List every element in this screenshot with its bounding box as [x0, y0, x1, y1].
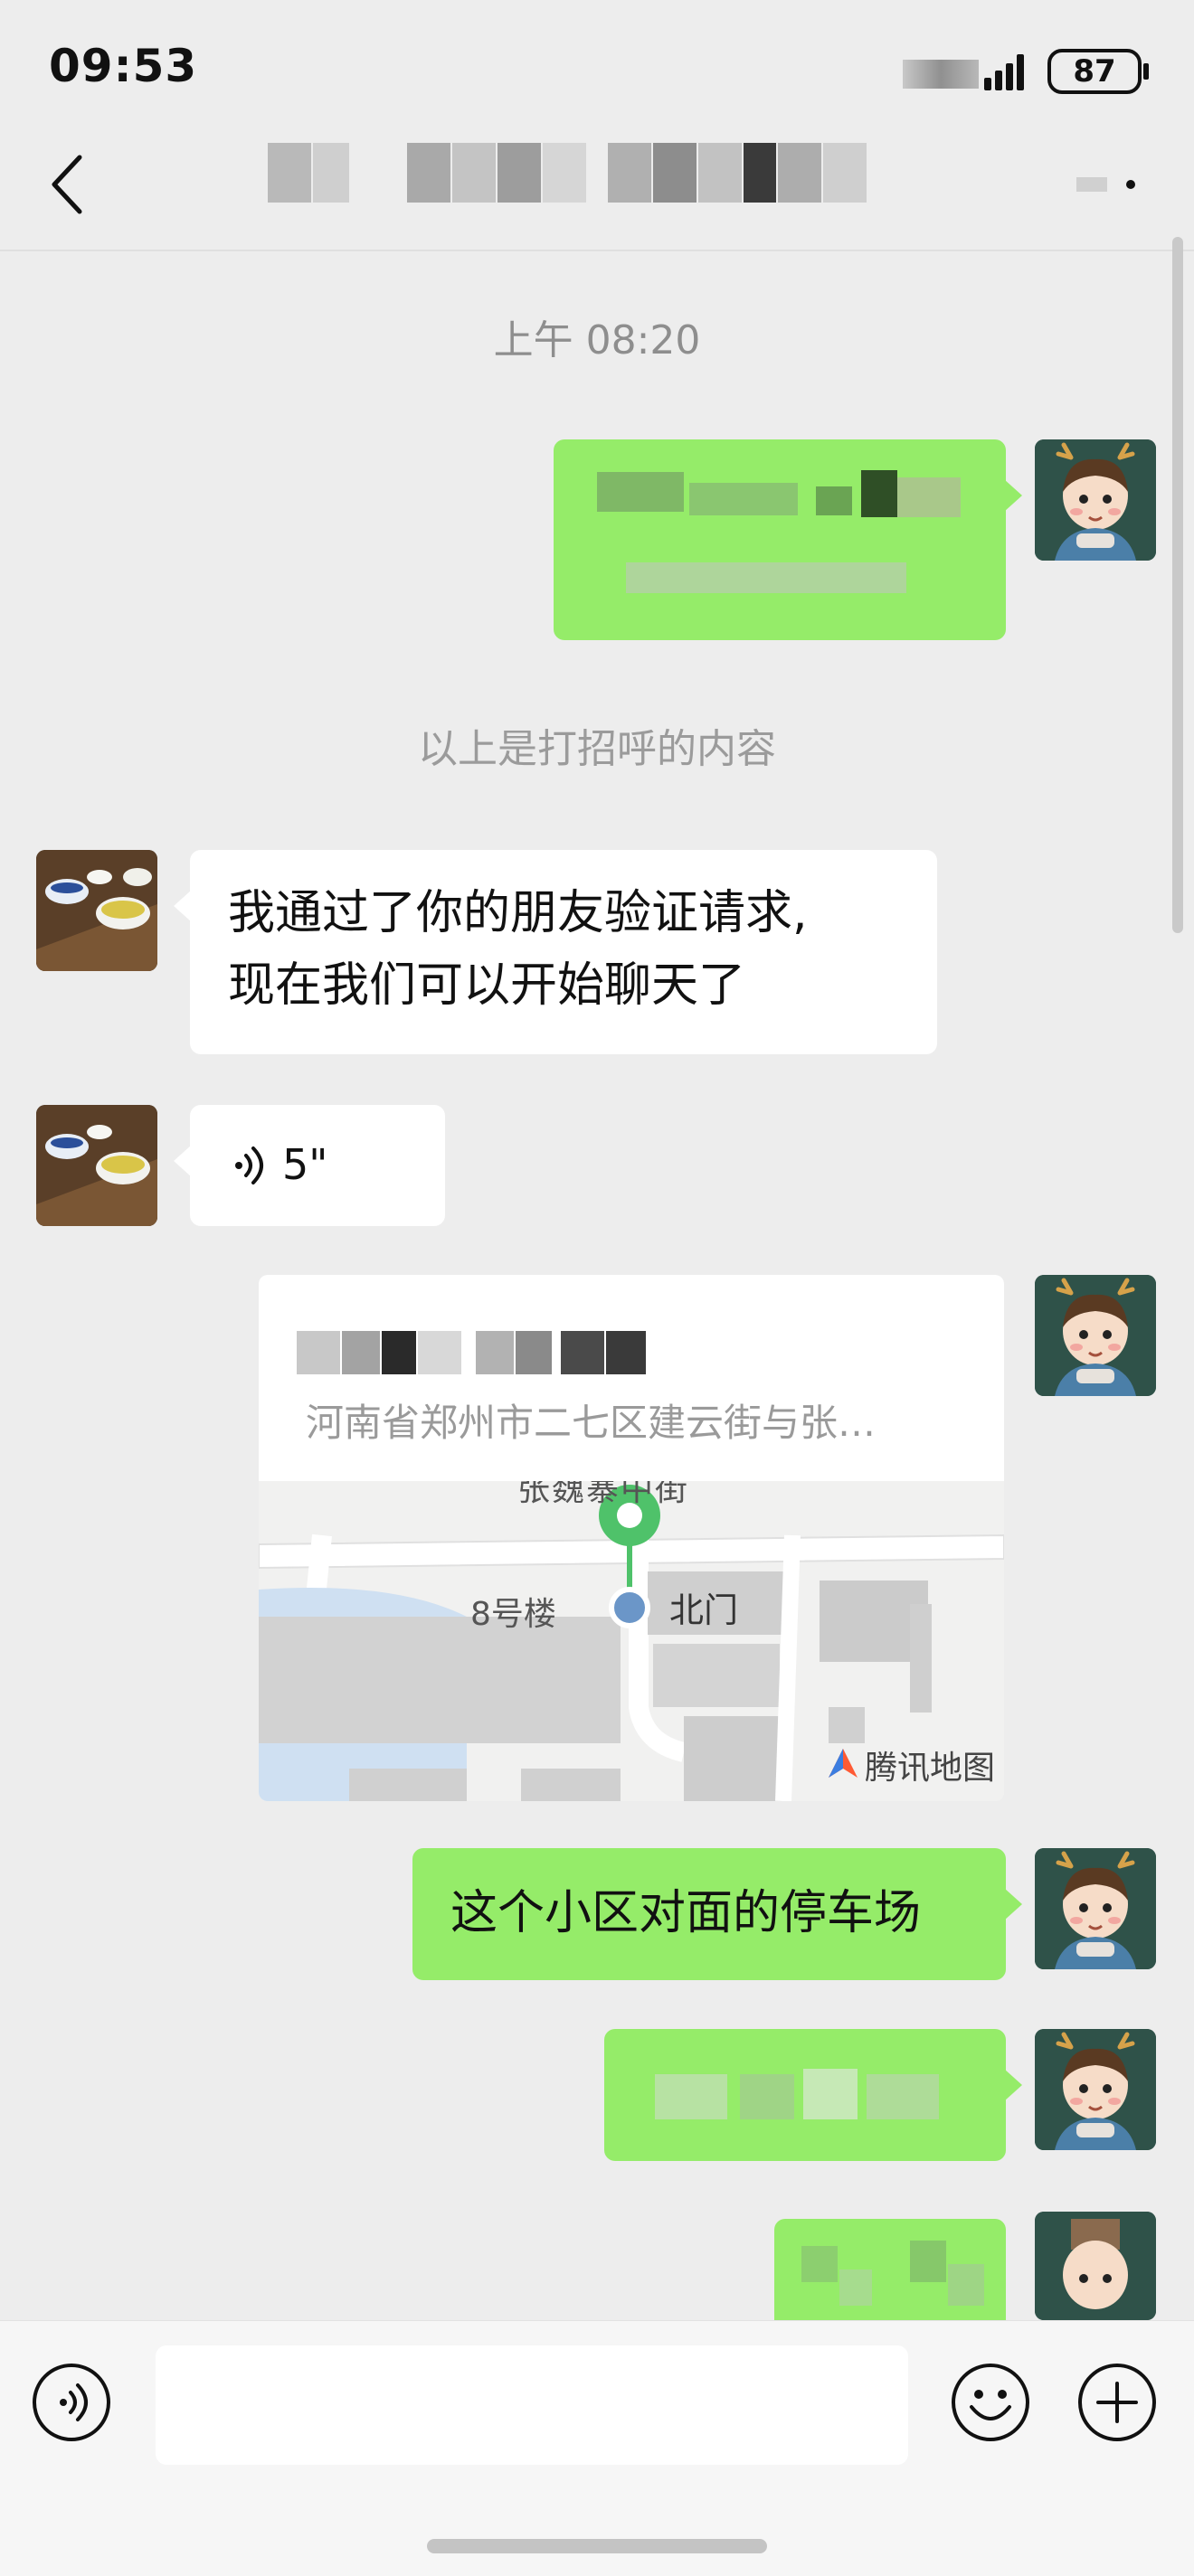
more-options-button[interactable] [1076, 174, 1140, 193]
voice-wave-icon [60, 2383, 88, 2421]
smile-icon [970, 2390, 1011, 2420]
more-dots-icon [1076, 177, 1135, 192]
friend-avatar[interactable] [36, 850, 157, 971]
tea-set-avatar-icon [36, 850, 157, 971]
cartoon-boy-avatar-icon [1035, 1848, 1156, 1969]
friend-message-line-1: 我通过了你的朋友验证请求, [228, 886, 808, 940]
voice-wave-icon [235, 1146, 263, 1184]
location-message-card[interactable]: 河南省郑州市二七区建云街与张… 张魏寨中街 8号楼 北门 腾讯地图 [259, 1275, 1004, 1801]
voice-duration: 5" [282, 1140, 328, 1189]
map-provider-label: 腾讯地图 [865, 1750, 996, 1787]
friend-message-line-2: 现在我们可以开始聊天了 [228, 958, 746, 1013]
message-timestamp: 上午 08:20 [493, 317, 701, 363]
my-message-bubble-pixelated[interactable] [554, 439, 1022, 640]
cartoon-boy-avatar-icon [1035, 2212, 1156, 2320]
message-input[interactable] [156, 2345, 908, 2465]
cartoon-boy-avatar-icon [1035, 2029, 1156, 2150]
map-street-label: 张魏寨中街 [517, 1481, 690, 1508]
battery-level: 87 [1073, 53, 1116, 90]
nav-divider [0, 250, 1194, 251]
signal-icon [903, 51, 1029, 90]
cartoon-boy-avatar-icon [1035, 1275, 1156, 1396]
chevron-left-icon [52, 155, 82, 214]
emoji-button[interactable] [952, 2364, 1029, 2441]
my-message-text: 这个小区对面的停车场 [450, 1886, 922, 1940]
my-avatar[interactable] [1035, 439, 1156, 561]
my-message-bubble-pixelated[interactable] [774, 2219, 1006, 2320]
location-map[interactable]: 张魏寨中街 8号楼 北门 腾讯地图 [259, 1481, 1004, 1801]
friend-avatar[interactable] [36, 1105, 157, 1226]
map-poi-label: 北门 [669, 1590, 739, 1630]
battery-icon: 87 [1047, 49, 1149, 94]
my-avatar[interactable] [1035, 1275, 1156, 1396]
my-message-bubble[interactable]: 这个小区对面的停车场 [412, 1848, 1022, 1980]
tencent-map-badge: 腾讯地图 [825, 1740, 997, 1787]
friend-message-bubble[interactable]: 我通过了你的朋友验证请求, 现在我们可以开始聊天了 [174, 850, 937, 1054]
cartoon-boy-avatar-icon [1035, 439, 1156, 561]
map-building-label: 8号楼 [470, 1596, 556, 1633]
status-time: 09:53 [49, 40, 198, 92]
plus-icon [1096, 2382, 1138, 2423]
chat-title-pixelated [268, 143, 928, 206]
location-address: 河南省郑州市二七区建云街与张… [306, 1401, 877, 1445]
home-indicator[interactable] [427, 2539, 767, 2553]
more-functions-button[interactable] [1078, 2364, 1156, 2441]
my-avatar[interactable] [1035, 2029, 1156, 2150]
tea-set-avatar-icon [36, 1105, 157, 1226]
network-indicator-blurred [903, 60, 979, 89]
my-avatar[interactable] [1035, 1848, 1156, 1969]
back-button[interactable] [43, 152, 98, 217]
my-avatar[interactable] [1035, 2212, 1156, 2320]
voice-input-button[interactable] [33, 2364, 110, 2441]
my-message-bubble-pixelated[interactable] [604, 2029, 1022, 2161]
friend-voice-message[interactable]: 5" [174, 1105, 445, 1226]
greeting-system-note: 以上是打招呼的内容 [418, 726, 776, 772]
tencent-map-logo-icon [829, 1749, 858, 1778]
